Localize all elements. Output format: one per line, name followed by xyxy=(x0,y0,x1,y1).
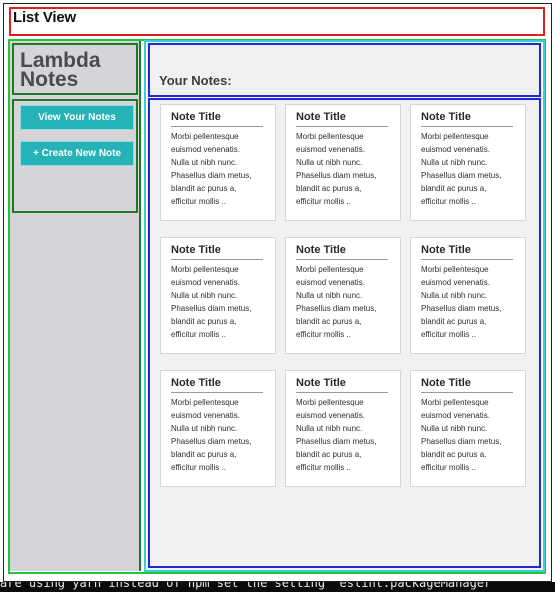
note-card[interactable]: Note Title Morbi pellentesque euismod ve… xyxy=(160,104,276,221)
note-card[interactable]: Note Title Morbi pellentesque euismod ve… xyxy=(410,370,526,487)
sidebar-nav: View Your Notes + Create New Note xyxy=(12,99,138,213)
note-body: Morbi pellentesque euismod venenatis. Nu… xyxy=(171,265,252,339)
note-title: Note Title xyxy=(421,377,471,389)
note-title: Note Title xyxy=(421,244,471,256)
note-divider xyxy=(296,392,388,393)
note-divider xyxy=(421,126,513,127)
note-divider xyxy=(171,259,263,260)
note-body: Morbi pellentesque euismod venenatis. Nu… xyxy=(296,132,377,206)
note-divider xyxy=(421,392,513,393)
notes-heading: Your Notes: xyxy=(159,73,232,88)
page-title: List View xyxy=(13,9,76,26)
note-divider xyxy=(296,259,388,260)
note-title: Note Title xyxy=(296,377,346,389)
note-body: Morbi pellentesque euismod venenatis. Nu… xyxy=(296,398,377,472)
note-card[interactable]: Note Title Morbi pellentesque euismod ve… xyxy=(410,237,526,354)
create-note-button[interactable]: + Create New Note xyxy=(20,141,134,166)
note-title: Note Title xyxy=(171,111,221,123)
view-notes-button[interactable]: View Your Notes xyxy=(20,105,134,130)
note-card[interactable]: Note Title Morbi pellentesque euismod ve… xyxy=(285,370,401,487)
note-card[interactable]: Note Title Morbi pellentesque euismod ve… xyxy=(160,370,276,487)
note-body: Morbi pellentesque euismod venenatis. Nu… xyxy=(171,398,252,472)
note-divider xyxy=(421,259,513,260)
logo-box: Lambda Notes xyxy=(12,43,138,95)
header-box: List View xyxy=(9,7,545,36)
note-card[interactable]: Note Title Morbi pellentesque euismod ve… xyxy=(285,237,401,354)
note-card[interactable]: Note Title Morbi pellentesque euismod ve… xyxy=(160,237,276,354)
note-title: Note Title xyxy=(171,377,221,389)
note-divider xyxy=(171,126,263,127)
note-title: Note Title xyxy=(421,111,471,123)
app-logo: Lambda Notes xyxy=(20,49,101,91)
note-body: Morbi pellentesque euismod venenatis. Nu… xyxy=(421,398,502,472)
notes-header-box: Your Notes: xyxy=(148,43,541,97)
terminal-output: are using yarn instead of npm set the se… xyxy=(0,582,499,590)
note-title: Note Title xyxy=(171,244,221,256)
note-body: Morbi pellentesque euismod venenatis. Nu… xyxy=(296,265,377,339)
note-card[interactable]: Note Title Morbi pellentesque euismod ve… xyxy=(410,104,526,221)
note-divider xyxy=(296,126,388,127)
note-title: Note Title xyxy=(296,244,346,256)
terminal-strip: are using yarn instead of npm set the se… xyxy=(0,582,555,592)
note-card[interactable]: Note Title Morbi pellentesque euismod ve… xyxy=(285,104,401,221)
note-body: Morbi pellentesque euismod venenatis. Nu… xyxy=(171,132,252,206)
note-body: Morbi pellentesque euismod venenatis. Nu… xyxy=(421,132,502,206)
note-title: Note Title xyxy=(296,111,346,123)
note-divider xyxy=(171,392,263,393)
note-body: Morbi pellentesque euismod venenatis. Nu… xyxy=(421,265,502,339)
